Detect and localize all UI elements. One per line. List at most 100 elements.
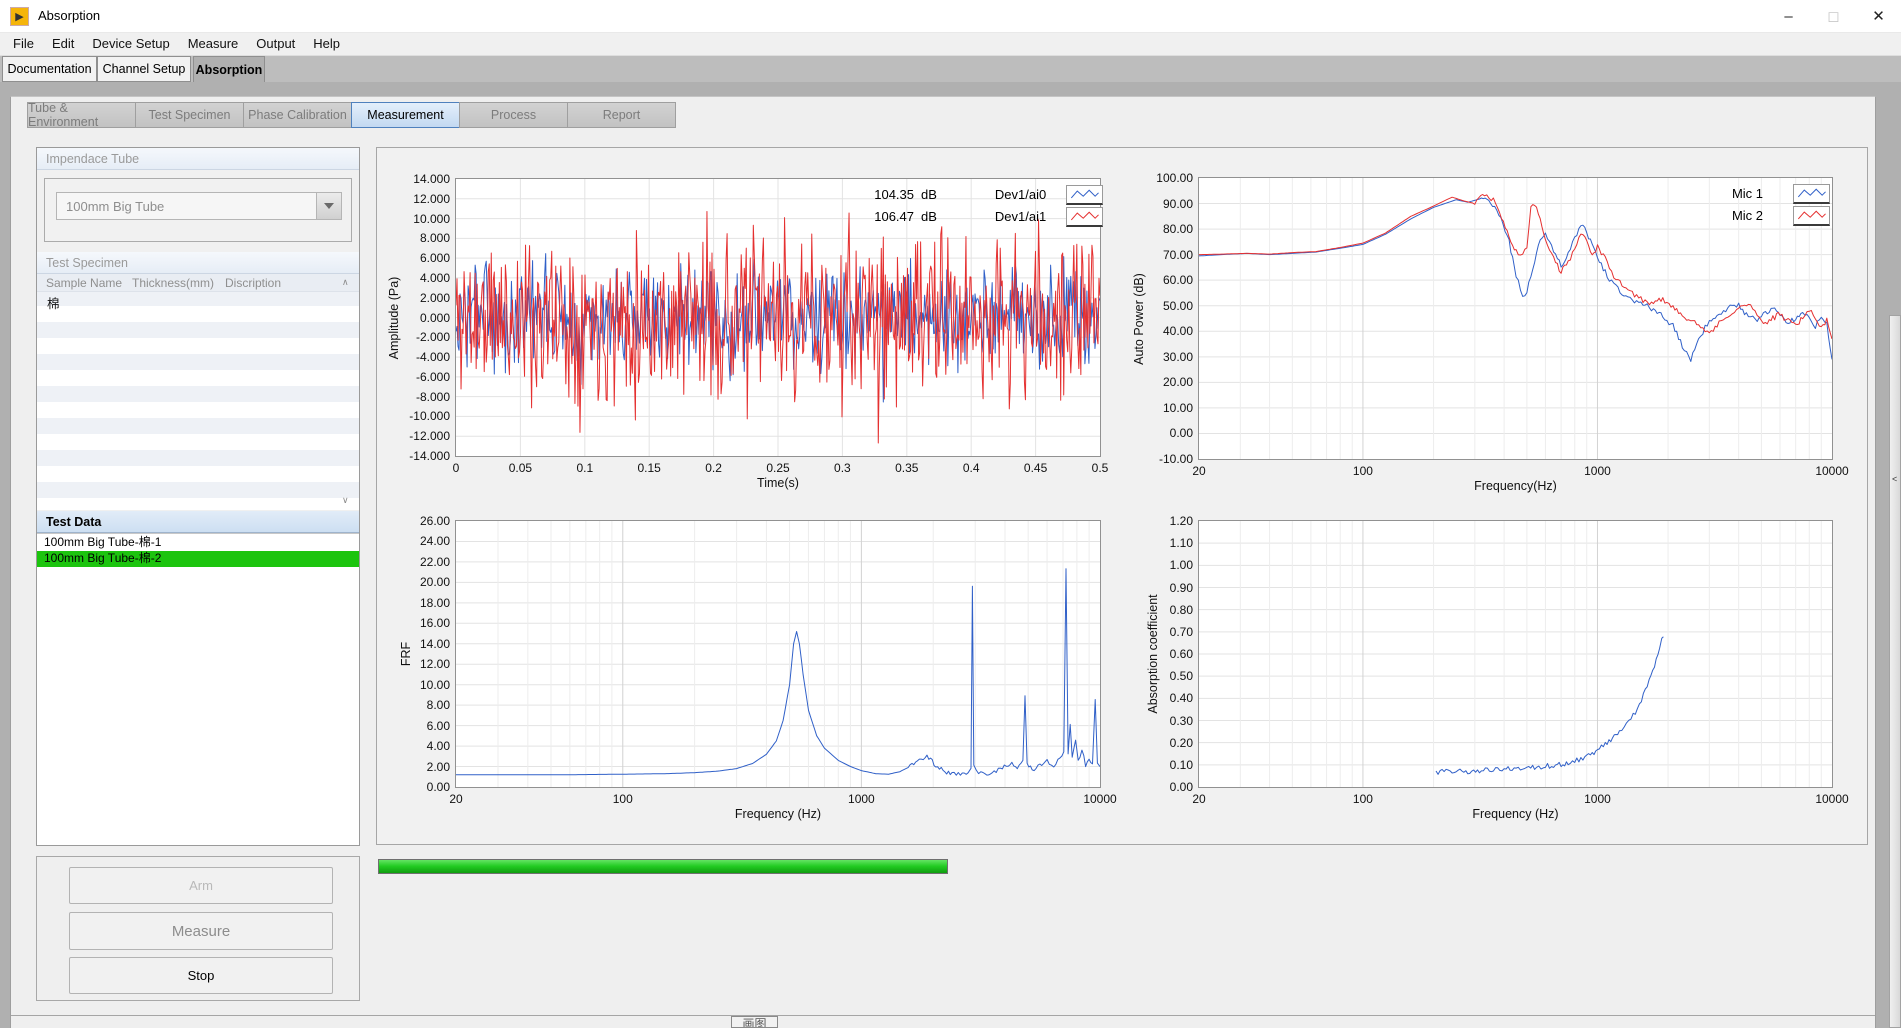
frf-plot-area bbox=[456, 521, 1100, 787]
tube-selected-value: 100mm Big Tube bbox=[66, 199, 164, 214]
x-tick-label: 1000 bbox=[1567, 464, 1627, 478]
maximize-icon[interactable]: ◻ bbox=[1811, 0, 1856, 32]
x-axis-title: Time(s) bbox=[456, 476, 1100, 490]
x-tick-label: 1000 bbox=[1567, 792, 1627, 806]
y-tick-label: 0.000 bbox=[392, 311, 450, 325]
tab-documentation[interactable]: Documentation bbox=[2, 56, 97, 82]
progress-fill bbox=[379, 860, 947, 873]
y-tick-label: 8.000 bbox=[392, 231, 450, 245]
x-tick-label: 20 bbox=[1169, 792, 1229, 806]
tab-absorption[interactable]: Absorption bbox=[193, 56, 265, 83]
col-thickness: Thickness(mm) bbox=[132, 276, 214, 290]
impedance-tube-header: Impendace Tube bbox=[37, 148, 359, 170]
subtab-phase-calibration[interactable]: Phase Calibration bbox=[243, 102, 352, 128]
y-tick-label: 30.00 bbox=[1135, 350, 1193, 364]
plot-style-icon-ai0[interactable] bbox=[1066, 185, 1103, 205]
subtab-measurement[interactable]: Measurement bbox=[351, 102, 460, 128]
x-tick-label: 0.3 bbox=[812, 461, 872, 475]
right-gutter: < bbox=[1877, 96, 1901, 1028]
menu-device-setup[interactable]: Device Setup bbox=[83, 33, 178, 55]
y-tick-label: 50.00 bbox=[1135, 299, 1193, 313]
main-tab-strip: Documentation Channel Setup Absorption bbox=[0, 56, 1901, 82]
close-icon[interactable]: ✕ bbox=[1856, 0, 1901, 32]
table-row[interactable]: 棉 bbox=[47, 293, 60, 312]
bottom-tab-draw[interactable]: 画图 bbox=[731, 1016, 778, 1028]
y-tick-label: -8.000 bbox=[392, 390, 450, 404]
menu-file[interactable]: File bbox=[4, 33, 43, 55]
y-tick-label: -12.000 bbox=[392, 429, 450, 443]
y-tick-label: 90.00 bbox=[1135, 197, 1193, 211]
x-tick-label: 0.2 bbox=[684, 461, 744, 475]
y-tick-label: 1.00 bbox=[1135, 558, 1193, 572]
absorption-plot-area bbox=[1199, 521, 1832, 787]
plot-style-icon-ai1[interactable] bbox=[1066, 207, 1103, 227]
legend-label-ai0: Dev1/ai0 bbox=[995, 187, 1057, 202]
y-tick-label: 12.000 bbox=[392, 192, 450, 206]
tab-channel-setup[interactable]: Channel Setup bbox=[97, 56, 191, 82]
collapse-left-icon[interactable]: < bbox=[1892, 474, 1897, 484]
y-tick-label: 0.10 bbox=[1135, 758, 1193, 772]
y-tick-label: 10.00 bbox=[1135, 401, 1193, 415]
plot-style-icon-mic1[interactable] bbox=[1793, 184, 1830, 204]
menu-measure[interactable]: Measure bbox=[179, 33, 248, 55]
y-tick-label: 1.10 bbox=[1135, 536, 1193, 550]
y-tick-label: 8.00 bbox=[392, 698, 450, 712]
mic-legend: Mic 1 Mic 2 bbox=[1713, 183, 1830, 226]
list-item[interactable]: 100mm Big Tube-棉-1 bbox=[37, 535, 359, 551]
y-tick-label: 0.70 bbox=[1135, 625, 1193, 639]
x-tick-label: 10000 bbox=[1070, 792, 1130, 806]
subtab-tube-environment[interactable]: Tube & Environment bbox=[27, 102, 136, 128]
x-tick-label: 100 bbox=[1333, 792, 1393, 806]
menu-bar: File Edit Device Setup Measure Output He… bbox=[0, 33, 1901, 56]
x-tick-label: 0.45 bbox=[1006, 461, 1066, 475]
y-tick-label: -4.000 bbox=[392, 350, 450, 364]
y-tick-label: 0.80 bbox=[1135, 603, 1193, 617]
x-tick-label: 100 bbox=[593, 792, 653, 806]
specimen-table[interactable]: Sample Name Thickness(mm) Discription ∧ … bbox=[37, 274, 359, 510]
y-tick-label: 26.00 bbox=[392, 514, 450, 528]
y-tick-label: 4.00 bbox=[392, 739, 450, 753]
y-tick-label: 0.50 bbox=[1135, 669, 1193, 683]
y-tick-label: 0.60 bbox=[1135, 647, 1193, 661]
menu-edit[interactable]: Edit bbox=[43, 33, 83, 55]
level-readout-1: 104.35 bbox=[864, 187, 914, 202]
plot-style-icon-mic2[interactable] bbox=[1793, 206, 1830, 226]
x-tick-label: 0.25 bbox=[748, 461, 808, 475]
measure-button[interactable]: Measure bbox=[69, 912, 333, 950]
test-data-header: Test Data bbox=[37, 511, 359, 533]
chevron-down-icon bbox=[324, 203, 334, 209]
y-tick-label: 80.00 bbox=[1135, 222, 1193, 236]
subtab-test-specimen[interactable]: Test Specimen bbox=[135, 102, 244, 128]
subtab-process[interactable]: Process bbox=[459, 102, 568, 128]
menu-help[interactable]: Help bbox=[304, 33, 349, 55]
measurement-progress-bar bbox=[378, 859, 948, 874]
y-tick-label: 12.00 bbox=[392, 657, 450, 671]
subtab-report[interactable]: Report bbox=[567, 102, 676, 128]
y-tick-label: 0.90 bbox=[1135, 581, 1193, 595]
stop-button[interactable]: Stop bbox=[69, 957, 333, 994]
test-data-list[interactable]: 100mm Big Tube-棉-1 100mm Big Tube-棉-2 bbox=[37, 533, 359, 845]
scroll-down-icon[interactable]: ∨ bbox=[342, 495, 349, 506]
menu-output[interactable]: Output bbox=[247, 33, 304, 55]
legend-label-mic2: Mic 2 bbox=[1713, 208, 1763, 223]
tube-select-dropdown[interactable]: 100mm Big Tube bbox=[56, 192, 342, 220]
labview-app-icon: ▶ bbox=[10, 7, 29, 26]
y-tick-label: 6.00 bbox=[392, 719, 450, 733]
x-tick-label: 0.15 bbox=[619, 461, 679, 475]
x-tick-label: 10000 bbox=[1802, 792, 1862, 806]
arm-button[interactable]: Arm bbox=[69, 867, 333, 904]
x-tick-label: 20 bbox=[426, 792, 486, 806]
y-tick-label: 60.00 bbox=[1135, 273, 1193, 287]
y-tick-label: 22.00 bbox=[392, 555, 450, 569]
list-item-selected[interactable]: 100mm Big Tube-棉-2 bbox=[37, 551, 359, 567]
col-discription: Discription bbox=[225, 276, 281, 290]
x-tick-label: 100 bbox=[1333, 464, 1393, 478]
x-tick-label: 0.35 bbox=[877, 461, 937, 475]
y-tick-label: 0.20 bbox=[1135, 736, 1193, 750]
dropdown-button[interactable] bbox=[316, 193, 341, 219]
minimize-icon[interactable]: – bbox=[1766, 0, 1811, 32]
vertical-scrollbar[interactable]: < bbox=[1889, 315, 1901, 1028]
scroll-up-icon[interactable]: ∧ bbox=[342, 277, 349, 288]
y-tick-label: 0.30 bbox=[1135, 714, 1193, 728]
frf-chart: FRF Frequency (Hz) 26.0024.0022.0020.001… bbox=[455, 520, 1101, 788]
